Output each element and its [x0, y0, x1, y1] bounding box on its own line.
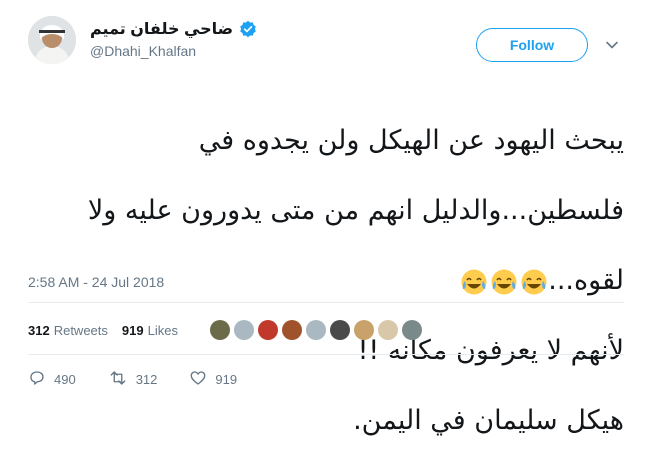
liker-avatar[interactable] [305, 320, 326, 340]
face-with-tears-of-joy-icon [520, 268, 548, 296]
divider [28, 302, 624, 303]
likes-stat[interactable]: 919 Likes [122, 323, 178, 338]
tweet-line: يبحث اليهود عن الهيكل ولن يجدوه في [198, 125, 624, 156]
face-with-tears-of-joy-icon [490, 268, 518, 296]
liker-avatar[interactable] [257, 320, 278, 340]
emoji-group [460, 268, 548, 296]
author-info[interactable]: ضاحي خلفان تميم @Dhahi_Khalfan [90, 19, 257, 59]
retweets-stat[interactable]: 312 Retweets [28, 323, 108, 338]
likers-avatars [209, 320, 422, 340]
tweet-line: فلسطين...والدليل انهم من متى يدورون عليه… [87, 195, 624, 226]
face-with-tears-of-joy-icon [460, 268, 488, 296]
tweet-line: هيكل سليمان في اليمن. [353, 405, 624, 436]
retweets-label: Retweets [53, 322, 108, 338]
divider [28, 354, 624, 355]
liker-avatar[interactable] [233, 320, 254, 340]
heart-icon[interactable] [189, 369, 215, 390]
tweet-actions: 490 312 919 [28, 369, 269, 390]
liker-avatar[interactable] [281, 320, 302, 340]
like-action[interactable]: 919 [189, 369, 237, 390]
likes-count: 919 [121, 322, 144, 338]
avatar[interactable] [28, 16, 76, 64]
likes-label: Likes [147, 322, 178, 338]
reply-count: 490 [54, 372, 76, 387]
chevron-down-icon[interactable] [605, 38, 619, 52]
verified-badge-icon [239, 20, 257, 38]
name-row: ضاحي خلفان تميم [90, 19, 257, 39]
tweet-stats: 312 Retweets 919 Likes [28, 320, 422, 340]
retweets-count: 312 [28, 322, 50, 338]
tweet-line: لقوه... [548, 265, 624, 296]
retweet-icon[interactable] [108, 369, 136, 390]
like-count: 919 [215, 372, 238, 387]
follow-button[interactable]: Follow [476, 28, 588, 62]
display-name[interactable]: ضاحي خلفان تميم [90, 19, 233, 39]
retweet-count: 312 [135, 372, 158, 387]
retweet-action[interactable]: 312 [108, 369, 158, 390]
liker-avatar[interactable] [401, 320, 422, 340]
liker-avatar[interactable] [377, 320, 398, 340]
liker-avatar[interactable] [329, 320, 350, 340]
handle[interactable]: @Dhahi_Khalfan [90, 43, 257, 59]
reply-icon[interactable] [28, 369, 54, 390]
liker-avatar[interactable] [209, 320, 230, 340]
liker-avatar[interactable] [353, 320, 374, 340]
reply-action[interactable]: 490 [28, 369, 76, 390]
tweet-timestamp[interactable]: 2:58 AM - 24 Jul 2018 [28, 274, 164, 290]
